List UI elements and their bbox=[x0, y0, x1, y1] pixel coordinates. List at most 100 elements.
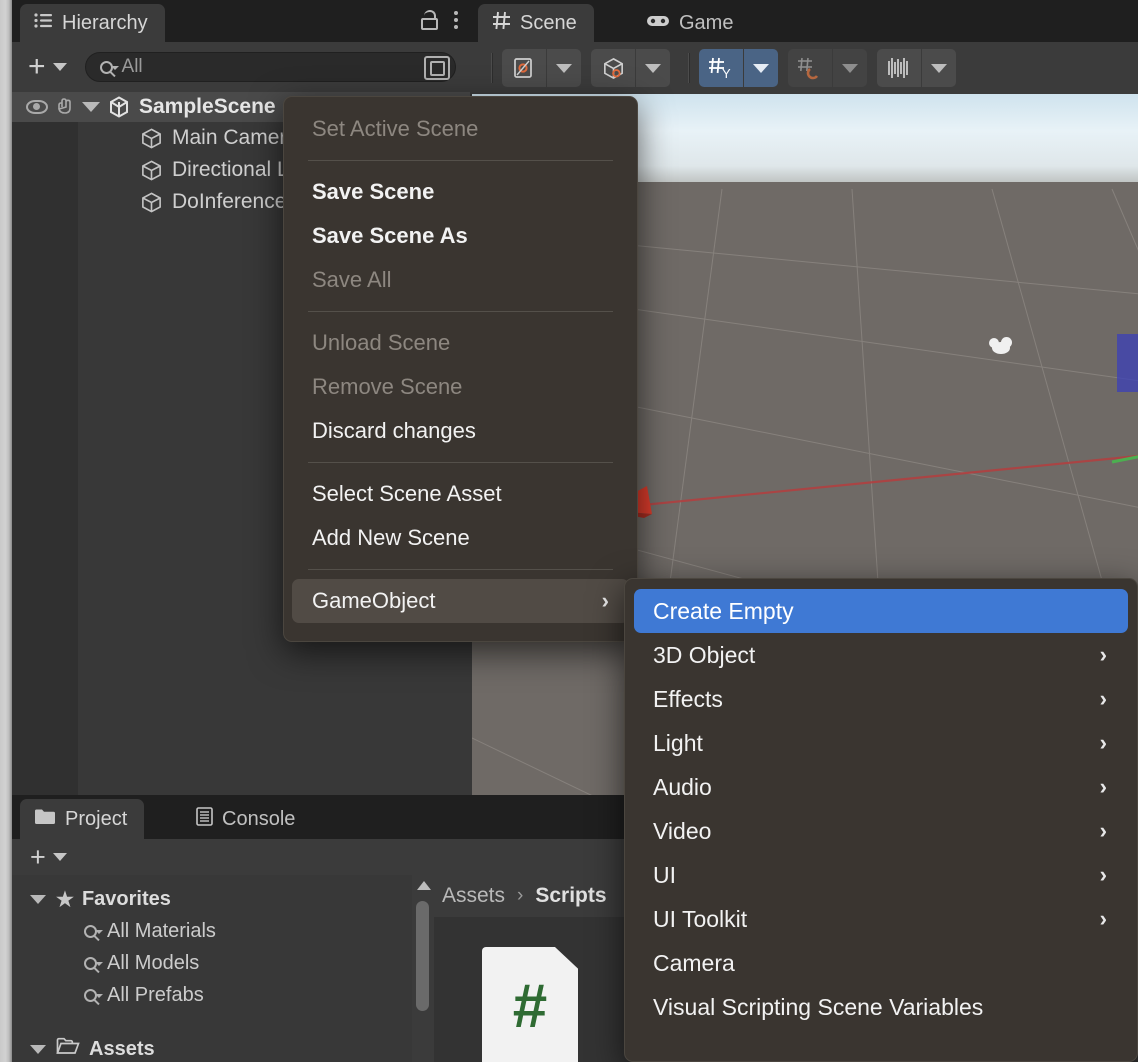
hierarchy-header-icons bbox=[421, 10, 458, 30]
menu-item-add-new-scene[interactable]: Add New Scene bbox=[284, 516, 637, 560]
hierarchy-search-wrap: All bbox=[84, 52, 456, 82]
chevron-down-icon bbox=[52, 63, 67, 71]
gizmos-bars-icon[interactable] bbox=[877, 49, 921, 87]
grid-axis-y-icon[interactable]: Y bbox=[699, 49, 743, 87]
tab-hierarchy-label: Hierarchy bbox=[62, 11, 148, 34]
submenu-item-audio[interactable]: Audio › bbox=[625, 765, 1137, 809]
tree-item-label: Assets bbox=[89, 1037, 155, 1060]
draw-mode-dropdown[interactable] bbox=[547, 49, 581, 87]
tab-scene-label: Scene bbox=[520, 11, 577, 34]
plus-icon: + bbox=[28, 50, 46, 83]
hierarchy-tabstrip: Hierarchy bbox=[12, 0, 470, 42]
triangle-down-icon[interactable] bbox=[82, 102, 100, 112]
star-icon: ★ bbox=[56, 888, 74, 911]
tab-scene[interactable]: Scene bbox=[478, 4, 594, 42]
menu-item-unload-scene[interactable]: Unload Scene bbox=[284, 321, 637, 365]
tree-item-label: All Prefabs bbox=[107, 983, 204, 1006]
gameobject-cube-icon bbox=[140, 159, 163, 182]
unity-scene-icon bbox=[108, 96, 130, 118]
hand-icon[interactable] bbox=[56, 98, 76, 116]
menu-item-save-scene[interactable]: Save Scene bbox=[284, 170, 637, 214]
chevron-right-icon: › bbox=[1099, 862, 1107, 887]
list-item-label: DoInference bbox=[172, 190, 287, 213]
triangle-down-icon[interactable] bbox=[30, 894, 46, 904]
chevron-down-icon bbox=[753, 63, 769, 73]
tab-game[interactable]: Game bbox=[632, 4, 750, 42]
search-icon bbox=[84, 956, 103, 970]
popout-icon[interactable] bbox=[424, 56, 450, 80]
submenu-item-ui[interactable]: UI › bbox=[625, 853, 1137, 897]
gizmos-visibility-button[interactable] bbox=[877, 49, 956, 87]
tree-item-assets[interactable]: Assets bbox=[12, 1033, 412, 1062]
search-icon bbox=[84, 924, 103, 938]
breadcrumb-root[interactable]: Assets bbox=[442, 884, 505, 908]
menu-item-save-scene-as[interactable]: Save Scene As bbox=[284, 214, 637, 258]
tab-console[interactable]: Console bbox=[182, 799, 312, 839]
submenu-item-label: UI bbox=[653, 861, 676, 888]
draw-mode-button[interactable] bbox=[502, 49, 581, 87]
shaded-mode-icon[interactable] bbox=[502, 49, 546, 87]
scene-cloud-sprite bbox=[989, 337, 1012, 354]
menu-item-set-active-scene[interactable]: Set Active Scene bbox=[284, 107, 637, 151]
tree-item-favorites[interactable]: ★ Favorites bbox=[12, 883, 412, 915]
submenu-item-camera[interactable]: Camera bbox=[625, 941, 1137, 985]
menu-item-remove-scene[interactable]: Remove Scene bbox=[284, 365, 637, 409]
tab-project[interactable]: Project bbox=[20, 799, 145, 839]
cube-gizmo-icon[interactable] bbox=[591, 49, 635, 87]
tree-item-all-prefabs[interactable]: All Prefabs bbox=[12, 979, 412, 1011]
chevron-down-icon bbox=[556, 63, 572, 73]
submenu-item-ui-toolkit[interactable]: UI Toolkit › bbox=[625, 897, 1137, 941]
submenu-item-3d-object[interactable]: 3D Object › bbox=[625, 633, 1137, 677]
menu-item-discard-changes[interactable]: Discard changes bbox=[284, 409, 637, 453]
submenu-item-label: Effects bbox=[653, 685, 723, 712]
breadcrumb-current[interactable]: Scripts bbox=[535, 884, 606, 908]
submenu-item-create-empty[interactable]: Create Empty bbox=[634, 589, 1128, 633]
menu-item-gameobject[interactable]: GameObject › bbox=[292, 579, 629, 623]
project-tree-scrollbar[interactable] bbox=[412, 875, 434, 1062]
2d-3d-view-button[interactable] bbox=[591, 49, 670, 87]
svg-text:Y: Y bbox=[722, 66, 731, 80]
menu-item-label: Save Scene bbox=[312, 179, 435, 204]
csharp-script-icon[interactable]: # bbox=[482, 947, 578, 1062]
menu-item-select-scene-asset[interactable]: Select Scene Asset bbox=[284, 472, 637, 516]
tab-hierarchy[interactable]: Hierarchy bbox=[20, 4, 165, 42]
background-window-edge bbox=[0, 0, 12, 1062]
search-icon bbox=[84, 988, 103, 1002]
submenu-item-effects[interactable]: Effects › bbox=[625, 677, 1137, 721]
triangle-down-icon[interactable] bbox=[30, 1044, 46, 1054]
scrollbar-thumb[interactable] bbox=[416, 901, 429, 1011]
kebab-menu-icon[interactable] bbox=[454, 11, 458, 29]
gameobject-cube-icon bbox=[140, 191, 163, 214]
menu-item-label: Remove Scene bbox=[312, 374, 463, 399]
grid-hash-icon bbox=[492, 11, 511, 36]
create-asset-button[interactable]: + bbox=[24, 843, 73, 871]
gizmos-toggle-button[interactable]: Y bbox=[699, 49, 778, 87]
chevron-right-icon: › bbox=[601, 588, 609, 613]
menu-item-label: Select Scene Asset bbox=[312, 481, 502, 506]
grid-snap-magnet-icon[interactable] bbox=[788, 49, 832, 87]
chevron-down-icon bbox=[645, 63, 661, 73]
tree-item-all-models[interactable]: All Models bbox=[12, 947, 412, 979]
submenu-item-visual-scripting-scene-variables[interactable]: Visual Scripting Scene Variables bbox=[625, 985, 1137, 1029]
eye-icon[interactable] bbox=[26, 100, 48, 114]
menu-item-save-all[interactable]: Save All bbox=[284, 258, 637, 302]
tab-game-label: Game bbox=[679, 11, 734, 34]
gizmos-visibility-dropdown[interactable] bbox=[922, 49, 956, 87]
search-input[interactable]: All bbox=[84, 52, 456, 82]
submenu-item-light[interactable]: Light › bbox=[625, 721, 1137, 765]
menu-divider bbox=[308, 569, 613, 570]
2d-3d-dropdown[interactable] bbox=[636, 49, 670, 87]
snap-dropdown[interactable] bbox=[833, 49, 867, 87]
gizmos-dropdown[interactable] bbox=[744, 49, 778, 87]
submenu-item-label: Light bbox=[653, 729, 703, 756]
tree-item-all-materials[interactable]: All Materials bbox=[12, 915, 412, 947]
scene-tabstrip: Scene Game bbox=[470, 0, 1138, 42]
add-gameobject-button[interactable]: + bbox=[22, 52, 73, 82]
snap-increment-button[interactable] bbox=[788, 49, 867, 87]
scroll-up-arrow-icon[interactable] bbox=[417, 881, 431, 890]
menu-item-label: Save Scene As bbox=[312, 223, 468, 248]
unlocked-padlock-icon[interactable] bbox=[421, 10, 438, 30]
gamepad-icon bbox=[646, 12, 670, 35]
submenu-item-video[interactable]: Video › bbox=[625, 809, 1137, 853]
tree-item-label: All Materials bbox=[107, 919, 216, 942]
